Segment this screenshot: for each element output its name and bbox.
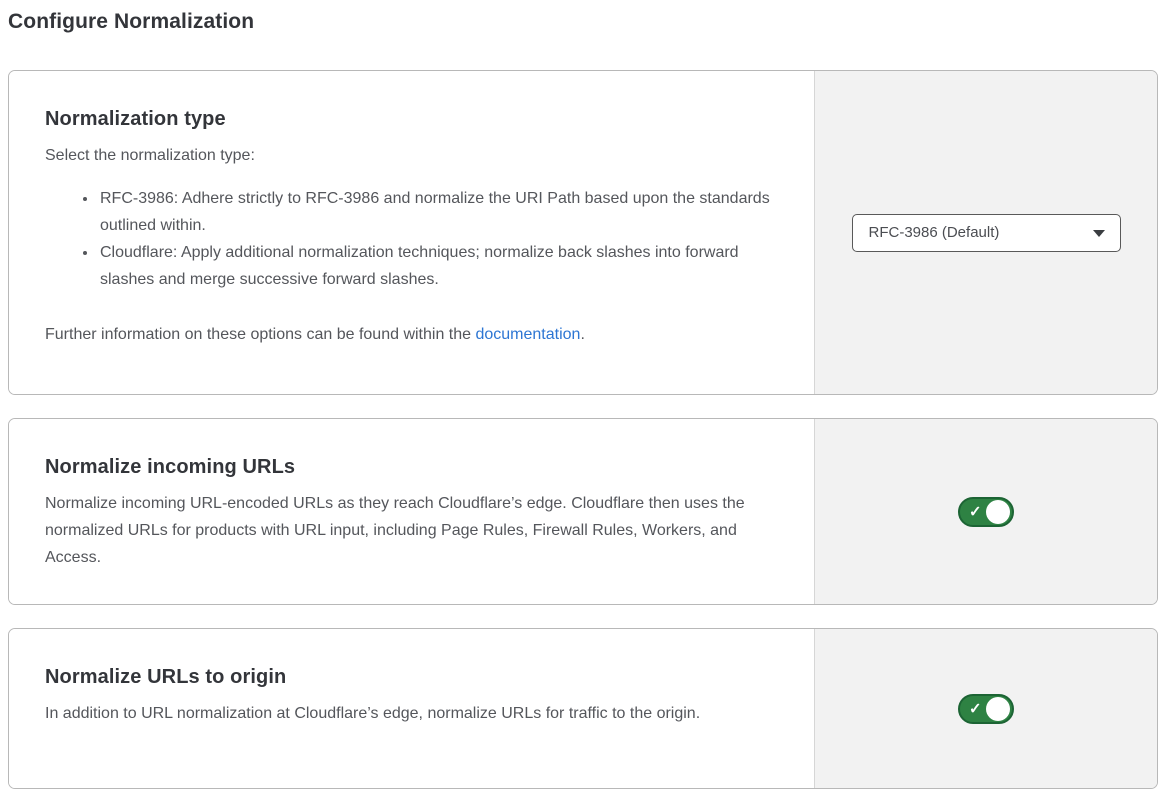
normalize-urls-to-origin-description: In addition to URL normalization at Clou… — [45, 700, 772, 727]
check-icon: ✓ — [969, 701, 982, 716]
page-title: Configure Normalization — [8, 10, 1158, 34]
normalize-incoming-urls-description: Normalize incoming URL-encoded URLs as t… — [45, 490, 772, 571]
configure-normalization-page: Configure Normalization Normalization ty… — [0, 0, 1167, 789]
normalization-type-options-list: RFC-3986: Adhere strictly to RFC-3986 an… — [45, 185, 772, 293]
list-item-cloudflare: Cloudflare: Apply additional normalizati… — [98, 239, 772, 293]
normalization-type-intro: Select the normalization type: — [45, 142, 772, 169]
card-normalize-incoming-urls: Normalize incoming URLs Normalize incomi… — [8, 418, 1158, 605]
check-icon: ✓ — [969, 504, 982, 519]
card-normalize-incoming-urls-side-panel: ✓ — [814, 419, 1157, 604]
card-normalize-urls-to-origin-content: Normalize URLs to origin In addition to … — [9, 629, 814, 788]
card-normalization-type-side-panel: RFC-3986 (Default) — [814, 71, 1157, 394]
normalization-type-heading: Normalization type — [45, 108, 772, 131]
normalize-incoming-urls-heading: Normalize incoming URLs — [45, 456, 772, 479]
card-normalize-urls-to-origin: Normalize URLs to origin In addition to … — [8, 628, 1158, 789]
normalization-type-select[interactable]: RFC-3986 (Default) — [852, 214, 1121, 252]
card-normalize-incoming-urls-content: Normalize incoming URLs Normalize incomi… — [9, 419, 814, 604]
chevron-down-icon — [1093, 230, 1105, 237]
footer-text-prefix: Further information on these options can… — [45, 326, 475, 343]
further-information-text: Further information on these options can… — [45, 321, 772, 348]
normalize-incoming-urls-toggle[interactable]: ✓ — [958, 497, 1014, 527]
card-normalization-type-content: Normalization type Select the normalizat… — [9, 71, 814, 394]
documentation-link[interactable]: documentation — [475, 326, 580, 343]
normalize-urls-to-origin-toggle[interactable]: ✓ — [958, 694, 1014, 724]
card-normalize-urls-to-origin-side-panel: ✓ — [814, 629, 1157, 788]
normalize-urls-to-origin-heading: Normalize URLs to origin — [45, 666, 772, 689]
normalization-type-select-value: RFC-3986 (Default) — [869, 224, 1000, 241]
toggle-knob — [986, 500, 1010, 524]
footer-text-suffix: . — [580, 326, 584, 343]
list-item-rfc-3986: RFC-3986: Adhere strictly to RFC-3986 an… — [98, 185, 772, 239]
toggle-knob — [986, 697, 1010, 721]
card-normalization-type: Normalization type Select the normalizat… — [8, 70, 1158, 395]
